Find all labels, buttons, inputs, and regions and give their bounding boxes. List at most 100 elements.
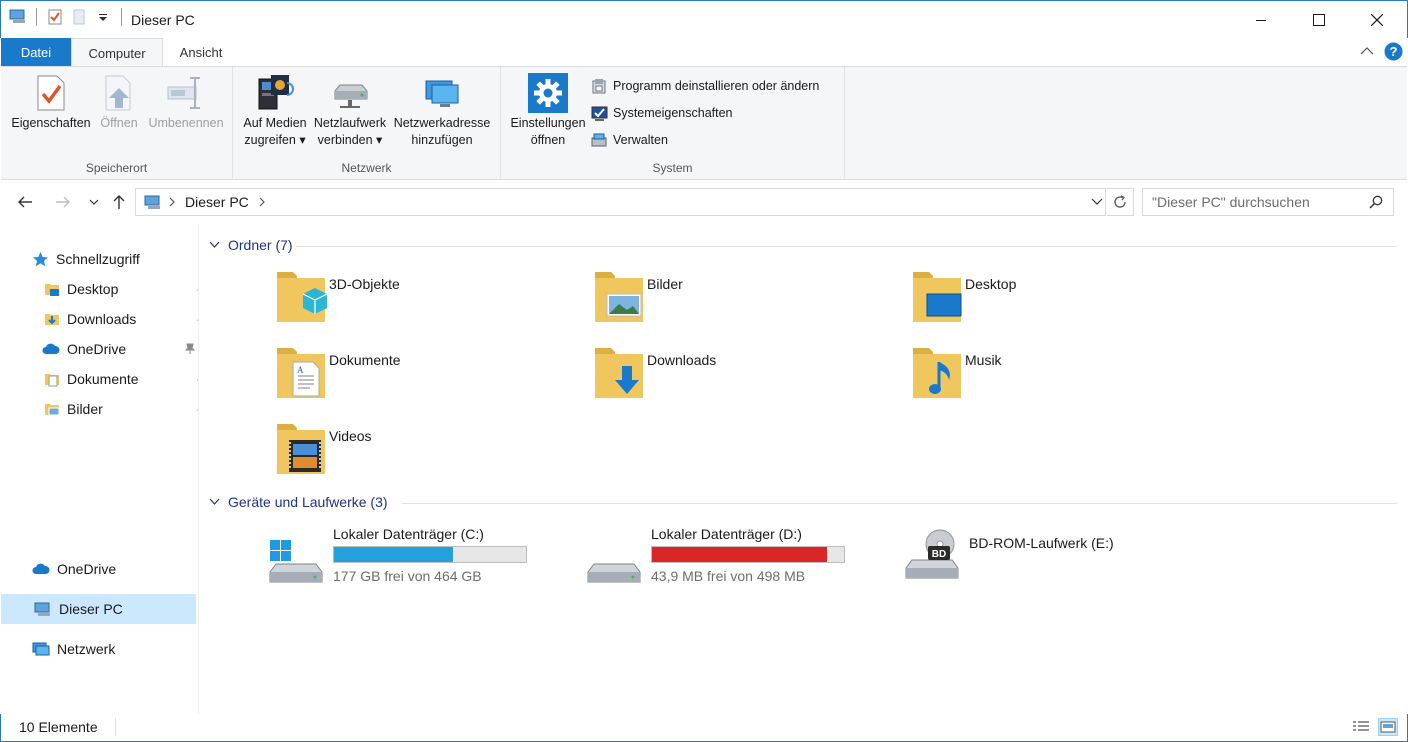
recent-locations-button[interactable]	[82, 190, 106, 214]
window-title: Dieser PC	[131, 12, 195, 28]
nav-onedrive[interactable]: OneDrive	[32, 556, 116, 582]
svg-text:A: A	[297, 365, 304, 375]
forward-button[interactable]	[51, 190, 75, 214]
this-pc-icon[interactable]	[9, 8, 27, 26]
breadcrumb-this-pc[interactable]: Dieser PC	[185, 194, 249, 210]
open-button[interactable]: Öffnen	[95, 71, 143, 132]
large-icons-view-icon	[1380, 721, 1396, 733]
address-bar[interactable]: Dieser PC	[135, 188, 1106, 216]
windows-drive-icon	[269, 540, 323, 583]
pin-icon[interactable]	[184, 342, 196, 358]
minimize-ribbon-button[interactable]	[1360, 44, 1374, 59]
tab-view[interactable]: Ansicht	[163, 38, 239, 67]
folder-tile[interactable]: A Dokumente	[273, 344, 401, 400]
properties-icon[interactable]	[46, 8, 64, 26]
folder-tile[interactable]: Downloads	[591, 344, 716, 400]
desktop-folder-icon	[45, 284, 59, 296]
nav-network[interactable]: Netzwerk	[32, 636, 115, 662]
search-input[interactable]: "Dieser PC" durchsuchen	[1142, 188, 1394, 216]
refresh-button[interactable]	[1107, 188, 1134, 216]
nav-pinned-label: Dokumente	[67, 371, 139, 387]
open-settings-button[interactable]: Einstellungen öffnen	[505, 71, 591, 149]
folders-header-label: Ordner (7)	[228, 237, 293, 253]
minimize-icon	[1256, 20, 1266, 21]
large-icons-view-button[interactable]	[1378, 718, 1398, 736]
new-folder-icon[interactable]	[70, 8, 88, 26]
nav-pinned-label: OneDrive	[67, 341, 127, 357]
pictures-folder-icon	[595, 272, 643, 322]
group-divider	[402, 503, 1397, 504]
nav-this-pc-label: Dieser PC	[59, 601, 123, 617]
manage-button[interactable]: Verwalten	[591, 129, 668, 151]
uninstall-program-button[interactable]: Programm deinstallieren oder ändern	[591, 75, 819, 97]
svg-text:?: ?	[1390, 44, 1398, 59]
3d-objects-folder-icon	[277, 272, 328, 322]
drive-tile-c[interactable]: Lokaler Datenträger (C:) 177 GB frei von…	[268, 526, 538, 588]
drive-tile-d[interactable]: Lokaler Datenträger (D:) 43,9 MB frei vo…	[586, 526, 856, 588]
map-drive-label-1: Netzlaufwerk	[313, 116, 387, 130]
maximize-button[interactable]	[1289, 1, 1349, 39]
item-count: 10 Elemente	[19, 719, 98, 735]
rename-label: Umbenennen	[148, 116, 224, 130]
downloads-folder-icon	[595, 348, 643, 398]
nav-pinned-downloads[interactable]: Downloads	[44, 306, 208, 332]
add-network-location-button[interactable]: Netzwerkadresse hinzufügen	[389, 71, 495, 149]
folder-tile[interactable]: Musik	[909, 344, 1002, 400]
help-button[interactable]: ?	[1384, 42, 1403, 64]
open-label: Öffnen	[100, 116, 138, 130]
nav-pinned-documents[interactable]: Dokumente	[44, 366, 208, 392]
folder-tile[interactable]: Bilder	[591, 268, 683, 324]
nav-pinned-onedrive[interactable]: OneDrive	[42, 336, 196, 362]
folders-group-header[interactable]: Ordner (7)	[209, 237, 293, 253]
nav-onedrive-label: OneDrive	[57, 561, 117, 577]
folder-label: Desktop	[965, 276, 1017, 292]
quick-access-toolbar	[9, 8, 125, 26]
network-location-icon	[422, 71, 462, 115]
chevron-down-icon	[1091, 198, 1103, 205]
details-view-button[interactable]	[1351, 718, 1371, 736]
rename-icon	[166, 71, 206, 115]
system-properties-button[interactable]: Systemeigenschaften	[591, 102, 733, 124]
drives-group-header[interactable]: Geräte und Laufwerke (3)	[209, 494, 388, 510]
search-icon[interactable]	[1369, 195, 1383, 212]
access-media-button[interactable]: Auf Medien zugreifen ▾	[237, 71, 313, 149]
group-network: Auf Medien zugreifen ▾ Netzlaufwerk verb…	[233, 67, 501, 179]
tab-computer[interactable]: Computer	[71, 38, 163, 67]
rename-button[interactable]: Umbenennen	[143, 71, 229, 132]
nav-quick-access-label: Schnellzugriff	[56, 251, 140, 267]
folder-label: Bilder	[647, 276, 683, 292]
settings-gear-icon	[528, 71, 568, 115]
network-icon	[32, 642, 50, 656]
folder-tile[interactable]: 3D-Objekte	[273, 268, 400, 324]
close-button[interactable]	[1347, 1, 1407, 39]
access-media-label-1: Auf Medien	[243, 116, 307, 130]
up-button[interactable]	[107, 190, 131, 214]
add-location-label-2: hinzufügen	[411, 133, 473, 147]
properties-button[interactable]: Eigenschaften	[9, 71, 93, 132]
group-location: Eigenschaften Öffnen Umbenennen Speicher…	[1, 67, 233, 179]
address-history-button[interactable]	[1087, 188, 1107, 216]
group-system-label: System	[652, 161, 693, 175]
tab-file[interactable]: Datei	[1, 38, 71, 67]
desktop-folder-icon	[913, 272, 962, 322]
navigation-pane: Schnellzugriff Desktop Downloads OneDriv…	[0, 224, 208, 714]
minimize-button[interactable]	[1231, 1, 1291, 39]
customize-qat-icon[interactable]	[94, 8, 112, 26]
nav-pinned-pictures[interactable]: Bilder	[44, 396, 208, 422]
this-pc-icon	[34, 602, 50, 616]
chevron-up-icon	[1360, 47, 1374, 55]
map-network-drive-button[interactable]: Netzlaufwerk verbinden ▾	[311, 71, 389, 149]
back-button[interactable]	[13, 190, 37, 214]
breadcrumb-separator-icon[interactable]	[168, 197, 176, 207]
help-icon: ?	[1384, 42, 1403, 61]
nav-quick-access[interactable]: Schnellzugriff	[32, 246, 140, 272]
content-area: Ordner (7) 3D-Objekte Bilder Desktop A D…	[199, 224, 1408, 714]
arrow-left-icon	[18, 196, 32, 208]
title-bar: Dieser PC	[0, 0, 1408, 38]
folder-tile[interactable]: Videos	[273, 420, 372, 476]
nav-pinned-desktop[interactable]: Desktop	[44, 276, 208, 302]
breadcrumb-chevron-icon[interactable]	[258, 197, 266, 207]
folder-tile[interactable]: Desktop	[909, 268, 1016, 324]
drive-tile-e[interactable]: BD BD-ROM-Laufwerk (E:)	[904, 526, 1174, 588]
nav-this-pc[interactable]: Dieser PC	[1, 594, 196, 624]
